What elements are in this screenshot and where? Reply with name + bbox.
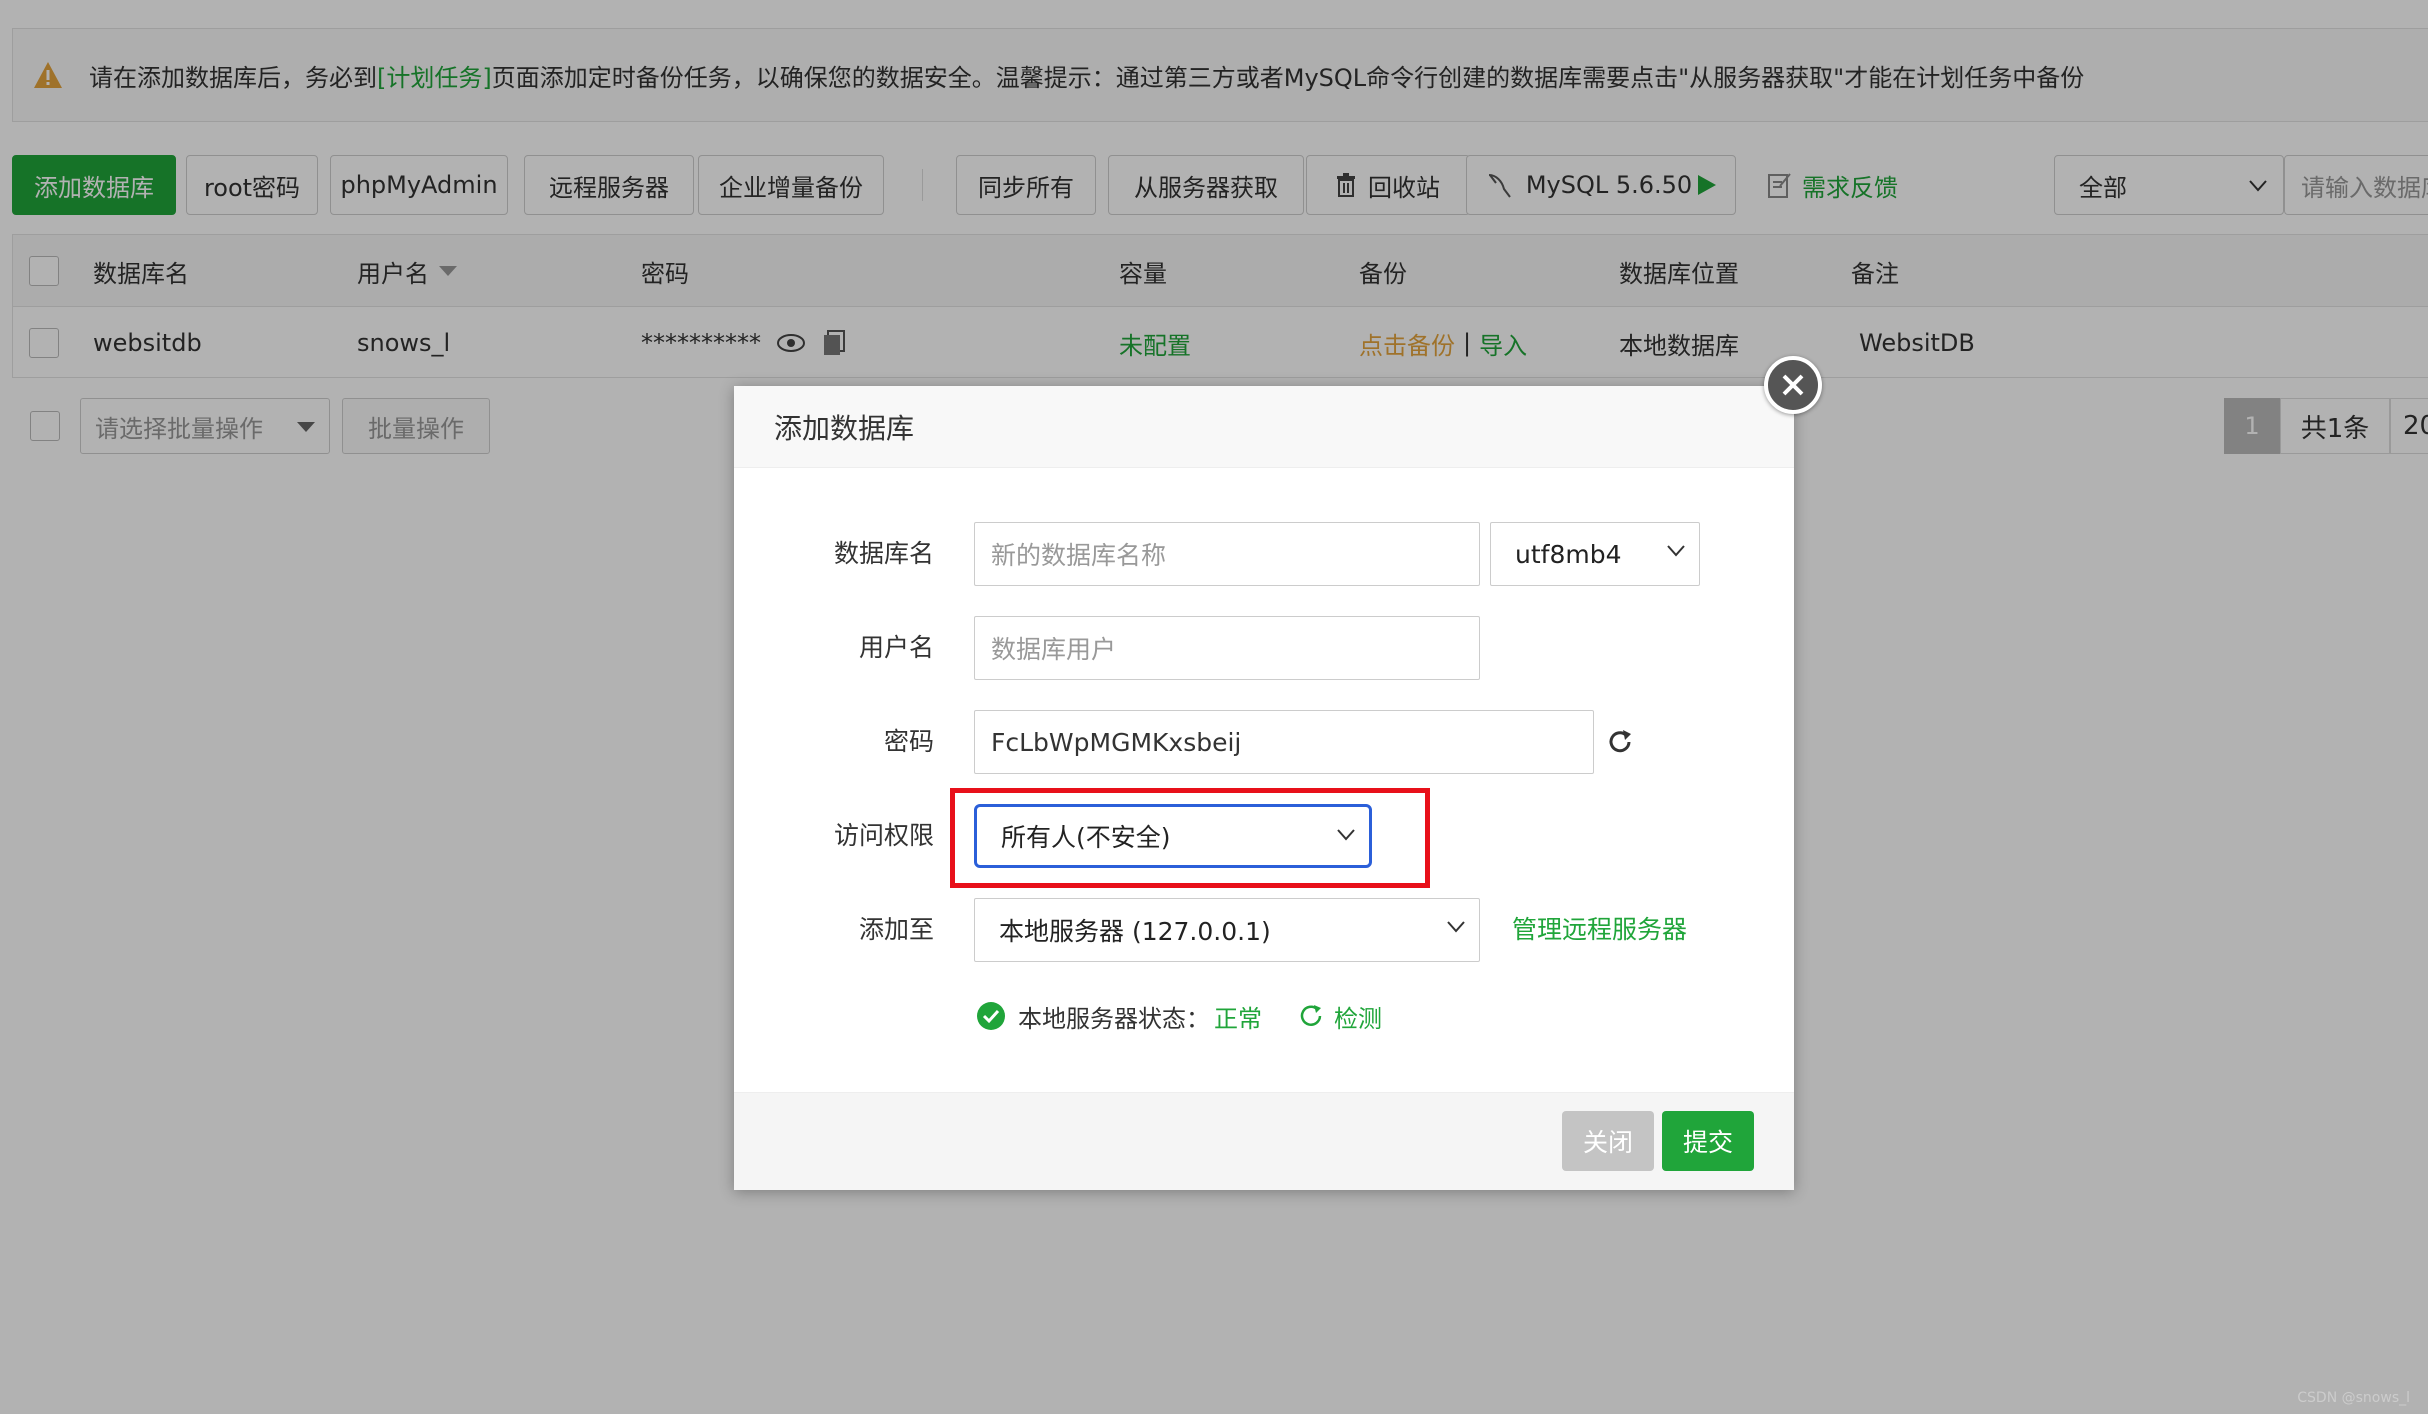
password-label: 密码 <box>883 727 934 756</box>
dialog-title: 添加数据库 <box>774 411 915 445</box>
dialog-close-button[interactable] <box>1764 356 1822 414</box>
charset-value: utf8mb4 <box>1515 539 1622 569</box>
manage-remote-server-link[interactable]: 管理远程服务器 <box>1512 898 1687 962</box>
db-name-label: 数据库名 <box>833 539 934 568</box>
server-select[interactable]: 本地服务器 (127.0.0.1) <box>974 898 1480 962</box>
add-database-dialog: 添加数据库 数据库名 新的数据库名称 utf8mb4 用户名 数据库用户 密码 … <box>734 356 1822 1190</box>
highlight-annotation-box <box>950 788 1430 888</box>
check-link[interactable]: 检测 <box>1298 999 1382 1034</box>
username-input[interactable]: 数据库用户 <box>974 616 1480 680</box>
server-select-value: 本地服务器 (127.0.0.1) <box>999 917 1271 946</box>
chevron-down-icon <box>1667 545 1685 557</box>
refresh-password-icon[interactable] <box>1606 728 1634 756</box>
dialog-header: 添加数据库 <box>734 386 1794 468</box>
server-status-label: 本地服务器状态： <box>1018 1004 1210 1033</box>
close-icon <box>1782 374 1804 396</box>
password-input[interactable]: FcLbWpMGMKxsbeij <box>974 710 1594 774</box>
db-name-input[interactable]: 新的数据库名称 <box>974 522 1480 586</box>
refresh-icon <box>1300 1005 1322 1026</box>
charset-select[interactable]: utf8mb4 <box>1490 522 1700 586</box>
check-circle-icon <box>977 1002 1005 1030</box>
chevron-down-icon <box>1447 921 1465 933</box>
check-label: 检测 <box>1334 1004 1382 1033</box>
username-placeholder: 数据库用户 <box>991 635 1117 664</box>
close-button[interactable]: 关闭 <box>1562 1111 1654 1171</box>
watermark: CSDN @snows_l <box>2297 1390 2410 1406</box>
dialog-footer: 关闭 提交 <box>734 1092 1794 1190</box>
password-value: FcLbWpMGMKxsbeij <box>991 727 1242 757</box>
add-to-label: 添加至 <box>858 915 934 944</box>
db-name-placeholder: 新的数据库名称 <box>991 541 1167 570</box>
access-label: 访问权限 <box>833 821 934 850</box>
server-status-value: 正常 <box>1214 1004 1262 1033</box>
server-status: 本地服务器状态： 正常 检测 <box>976 996 1382 1036</box>
username-label: 用户名 <box>858 633 934 662</box>
submit-button[interactable]: 提交 <box>1662 1111 1754 1171</box>
